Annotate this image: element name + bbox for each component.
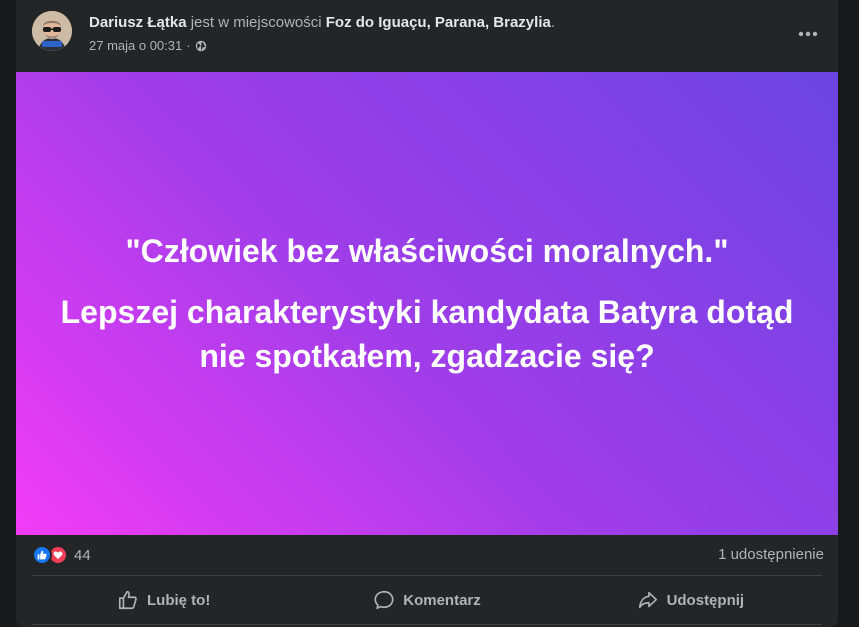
avatar-photo	[32, 11, 72, 51]
location-suffix: .	[550, 14, 555, 31]
share-button[interactable]: Udostępnij	[559, 576, 822, 624]
post-content[interactable]: "Człowiek bez właściwości moralnych." Le…	[16, 72, 838, 535]
post-actions: Lubię to! Komentarz Udostępnij	[32, 576, 822, 624]
comment-icon	[374, 590, 394, 610]
post-header: Dariusz Łątka jest w miejscowości Foz do…	[16, 0, 838, 72]
like-label: Lubię to!	[147, 591, 211, 609]
share-label: Udostępnij	[666, 591, 745, 609]
love-heart-glyph	[53, 551, 63, 560]
like-thumb-glyph	[37, 550, 47, 560]
post-card: Dariusz Łątka jest w miejscowości Foz do…	[16, 0, 838, 627]
share-count[interactable]: 1 udostępnienie	[718, 546, 824, 563]
reaction-count: 44	[74, 546, 91, 564]
post-text-body: Lepszej charakterystyki kandydata Batyra…	[60, 293, 794, 374]
author-line: Dariusz Łątka jest w miejscowości Foz do…	[89, 14, 555, 31]
post-meta: 27 maja o 00:31 ·	[89, 38, 207, 53]
comment-label: Komentarz	[403, 591, 481, 609]
like-icon	[32, 545, 52, 565]
more-options-button[interactable]	[790, 16, 826, 52]
bottom-divider	[32, 624, 822, 625]
location-prefix: jest w miejscowości	[190, 14, 322, 31]
post-timestamp[interactable]: 27 maja o 00:31	[89, 38, 182, 53]
like-button[interactable]: Lubię to!	[32, 576, 295, 624]
post-stats: 44 1 udostępnienie	[16, 535, 838, 575]
thumbs-up-icon	[118, 590, 137, 610]
post-text-quote: "Człowiek bez właściwości moralnych."	[125, 232, 729, 269]
globe-icon	[195, 40, 206, 51]
more-horizontal-icon	[798, 31, 818, 37]
reactions-summary[interactable]: 44	[32, 545, 91, 565]
location-link[interactable]: Foz do Iguaçu, Parana, Brazylia	[326, 14, 551, 31]
share-arrow-icon	[638, 591, 657, 609]
author-name[interactable]: Dariusz Łątka	[89, 14, 187, 31]
author-avatar[interactable]	[32, 11, 72, 51]
meta-separator: ·	[186, 38, 191, 53]
comment-button[interactable]: Komentarz	[295, 576, 558, 624]
